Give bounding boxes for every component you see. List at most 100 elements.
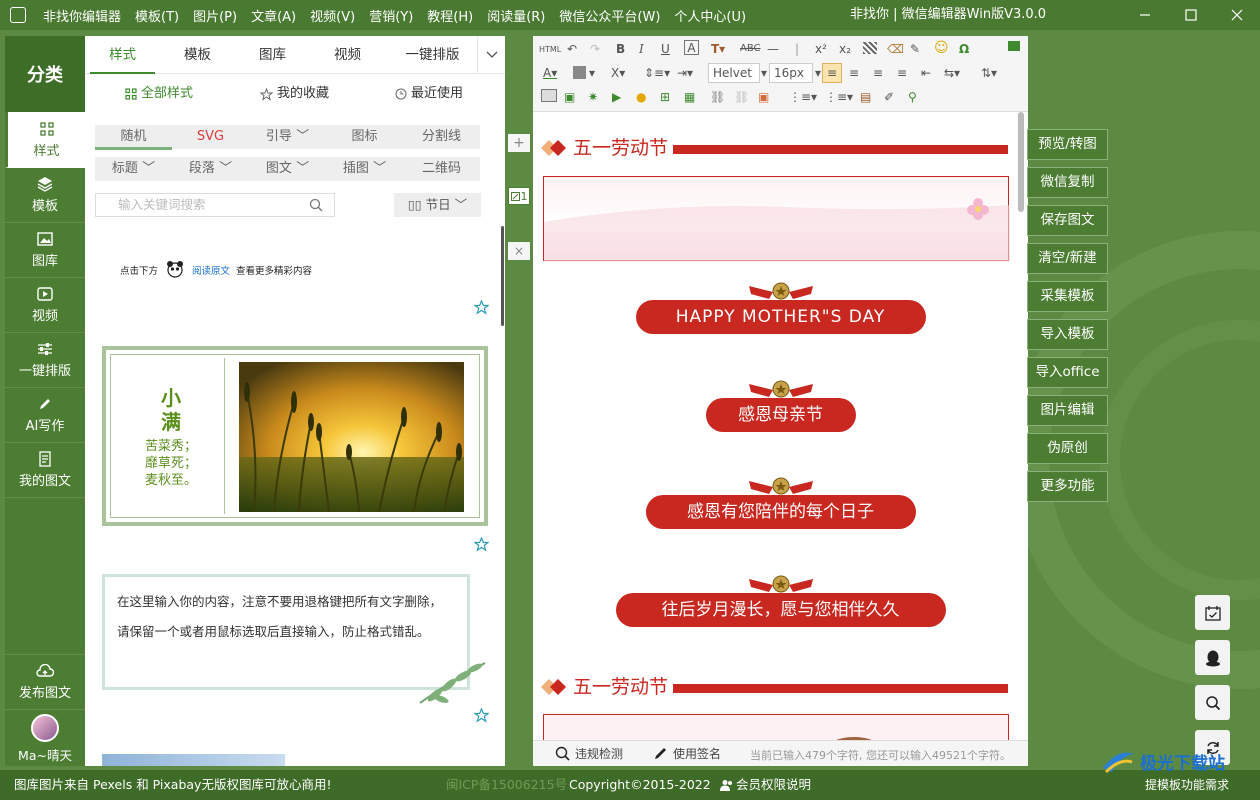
text-style-button[interactable]: T▾ [711, 40, 725, 58]
subtab-recent[interactable]: 最近使用 [395, 76, 463, 112]
letter-spacing-button[interactable]: ⇆▾ [944, 64, 960, 82]
bg-color-button[interactable] [573, 66, 586, 79]
align-center-button[interactable]: ≡ [849, 64, 859, 82]
chip-random[interactable]: 随机 [95, 125, 172, 150]
menu-item[interactable]: 教程(H) [420, 6, 480, 25]
nav-item-templates[interactable]: 模板 [5, 168, 85, 223]
use-signature-button[interactable]: 使用签名 [653, 745, 721, 762]
align-left-button[interactable]: ≡ [822, 63, 842, 83]
insert-gallery-icon[interactable]: ▣ [564, 88, 575, 106]
link-icon[interactable]: ⛓ [710, 88, 725, 106]
edit-count-badge[interactable]: 1 [508, 187, 530, 205]
pseudo-original-button[interactable]: 伪原创 [1027, 433, 1108, 464]
library-scrollbar[interactable] [501, 226, 504, 326]
qq-button[interactable] [1195, 640, 1230, 675]
editor-scrollbar[interactable] [1018, 112, 1024, 212]
horizontal-rule-button[interactable]: — [767, 40, 779, 58]
import-office-button[interactable]: 导入office [1027, 357, 1108, 388]
publish-button[interactable]: 发布图文 [5, 654, 85, 710]
nav-item-gallery[interactable]: 图库 [5, 223, 85, 278]
import-template-button[interactable]: 导入模板 [1027, 319, 1108, 350]
tabs-more-button[interactable] [477, 36, 505, 74]
font-border-button[interactable]: A [684, 40, 699, 55]
festival-filter[interactable]: ▯▯ 节日 ﹀ [394, 193, 481, 217]
font-color-button[interactable]: A▾ [543, 64, 557, 82]
unlink-icon[interactable]: ⛓ [734, 88, 749, 106]
font-family-dropdown[interactable]: ▾ [761, 64, 767, 82]
ordered-list-button[interactable]: ⋮≡▾ [789, 88, 817, 106]
pattern-icon[interactable] [863, 42, 877, 54]
nav-item-my-articles[interactable]: 我的图文 [5, 443, 85, 498]
search-input[interactable]: 输入关键词搜索 [95, 193, 335, 217]
zoom-icon[interactable]: ⚲ [908, 88, 917, 106]
font-size-dropdown[interactable]: ▾ [815, 64, 821, 82]
tab-templates[interactable]: 模板 [165, 36, 230, 74]
wechat-copy-button[interactable]: 微信复制 [1027, 167, 1108, 198]
subtab-favorites[interactable]: 我的收藏 [260, 76, 329, 112]
paragraph-spacing-button[interactable]: ⇅▾ [981, 64, 997, 82]
music-icon[interactable]: ● [636, 88, 646, 106]
chip-svg[interactable]: SVG [172, 125, 249, 149]
favorite-star-icon[interactable] [474, 537, 489, 552]
editor-document[interactable]: 五一劳动节 HAPPY MOTHER"S DAY 感恩母亲节 感恩有您陪伴的每个… [533, 112, 1028, 740]
table-icon[interactable]: ▦ [684, 88, 695, 106]
menu-item[interactable]: 文章(A) [244, 6, 303, 25]
user-profile[interactable]: Ma~晴天 [5, 712, 85, 766]
unordered-list-button[interactable]: ⋮≡▾ [825, 88, 853, 106]
format-painter-icon[interactable]: ✎ [910, 40, 920, 58]
line-height-button[interactable]: ⇕≡▾ [644, 64, 670, 82]
clear-new-button[interactable]: 清空/新建 [1027, 243, 1108, 274]
icp-number[interactable]: 闽ICP备15006215号 [446, 770, 567, 800]
maximize-button[interactable] [1168, 0, 1214, 30]
anchor-icon[interactable]: ▣ [758, 88, 769, 106]
fullscreen-icon[interactable] [1008, 41, 1020, 51]
chip-divider[interactable]: 分割线 [403, 125, 480, 149]
chip-icon[interactable]: 图标 [326, 125, 403, 149]
chip-qrcode[interactable]: 二维码 [403, 157, 480, 181]
menu-item[interactable]: 营销(Y) [362, 6, 420, 25]
remove-section-button[interactable]: × [508, 242, 530, 260]
nav-item-video[interactable]: 视频 [5, 278, 85, 333]
chip-illustration[interactable]: 插图 ﹀ [326, 157, 403, 181]
html-button[interactable]: HTML [539, 41, 561, 59]
justify-button[interactable]: ≡ [897, 64, 907, 82]
collect-template-button[interactable]: 采集模板 [1027, 281, 1108, 312]
menu-item[interactable]: 非找你编辑器 [36, 6, 128, 25]
brush-icon[interactable]: ✐ [884, 88, 894, 106]
nav-item-auto-layout[interactable]: 一键排版 [5, 333, 85, 388]
tab-video[interactable]: 视频 [315, 36, 380, 74]
chip-paragraph[interactable]: 段落 ﹀ [172, 157, 249, 181]
save-article-button[interactable]: 保存图文 [1027, 205, 1108, 236]
undo-icon[interactable]: ↶ [567, 40, 577, 58]
calendar-button[interactable] [1195, 595, 1230, 630]
menu-item[interactable]: 阅读量(R) [480, 6, 552, 25]
minimize-button[interactable] [1122, 0, 1168, 30]
menu-item[interactable]: 微信公众平台(W) [552, 6, 667, 25]
preview-button[interactable]: 预览/转图 [1027, 129, 1108, 160]
clear-format-icon[interactable]: ▤ [860, 88, 871, 106]
chip-title[interactable]: 标题 ﹀ [95, 157, 172, 181]
close-button[interactable] [1214, 0, 1260, 30]
italic-button[interactable]: I [639, 40, 644, 58]
chip-guide[interactable]: 引导 ﹀ [249, 125, 326, 149]
insert-image-icon[interactable] [541, 89, 557, 102]
eraser-icon[interactable]: ⌫ [887, 40, 904, 58]
style-card-sky-image[interactable] [102, 754, 285, 766]
favorite-star-icon[interactable] [474, 300, 489, 315]
map-icon[interactable]: ⊞ [660, 88, 670, 106]
compliance-check-button[interactable]: 违规检测 [555, 745, 623, 762]
font-family-select[interactable]: Helvet [708, 63, 760, 83]
video-play-icon[interactable]: ▶ [612, 88, 621, 106]
style-card-read-more[interactable]: 点击下方 阅读原文 查看更多精彩内容 [120, 258, 312, 282]
menu-item[interactable]: 个人中心(U) [667, 6, 753, 25]
menu-item[interactable]: 模板(T) [128, 6, 186, 25]
subtab-all-styles[interactable]: 全部样式 [125, 76, 193, 112]
bold-button[interactable]: B [616, 40, 625, 58]
menu-item[interactable]: 视频(V) [303, 6, 362, 25]
outdent-button[interactable]: ⇤ [921, 64, 931, 82]
indent-button[interactable]: ⇥▾ [677, 64, 693, 82]
magic-icon[interactable]: ✷ [588, 88, 598, 106]
search-button[interactable] [1195, 685, 1230, 720]
font-size-adjust-button[interactable]: Ⅹ▾ [611, 64, 625, 82]
search-icon[interactable] [309, 198, 323, 212]
